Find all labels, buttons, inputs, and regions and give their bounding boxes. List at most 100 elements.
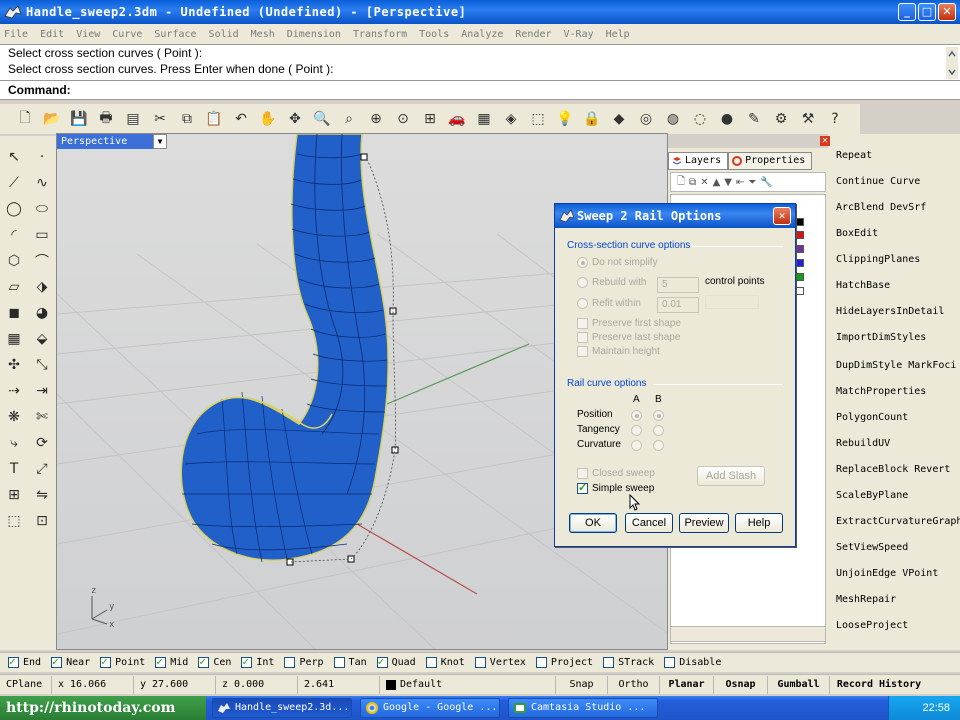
ghosted-icon[interactable]: ◌: [689, 108, 711, 130]
move-down-icon[interactable]: ▼: [724, 177, 732, 188]
checkbox[interactable]: [100, 655, 112, 668]
osnap-vertex[interactable]: Vertex: [474, 657, 526, 668]
osnap-cen[interactable]: Cen: [198, 655, 231, 668]
select-arrow-icon[interactable]: ↖: [0, 144, 28, 170]
layer-indicator[interactable]: Default: [380, 675, 556, 694]
planar-toggle[interactable]: Planar: [660, 675, 714, 694]
delete-layer-icon[interactable]: ✕: [700, 177, 708, 188]
menu-vray[interactable]: V-Ray: [564, 29, 594, 40]
rotate-view-icon[interactable]: ✥: [284, 108, 306, 130]
snap-toggle[interactable]: Snap: [556, 675, 608, 694]
boolean-icon[interactable]: ◕: [28, 300, 56, 326]
osnap-quad[interactable]: Quad: [376, 655, 416, 668]
light-bulb-icon[interactable]: 💡: [554, 108, 576, 130]
dialog-title-bar[interactable]: Sweep 2 Rail Options ✕: [555, 204, 795, 228]
osnap-mid[interactable]: Mid: [155, 655, 188, 668]
checkbox[interactable]: [425, 657, 437, 668]
render-tool-icon[interactable]: ✎: [743, 108, 765, 130]
new-file-icon[interactable]: 🗋: [14, 108, 36, 130]
ellipse-icon[interactable]: ⬭: [28, 196, 56, 222]
menu-solid[interactable]: Solid: [209, 29, 239, 40]
rectangle-icon[interactable]: ▭: [28, 222, 56, 248]
layer-color-swatch[interactable]: [796, 287, 804, 295]
macro-item[interactable]: HideLayersInDetail: [836, 306, 944, 317]
help-button[interactable]: Help: [735, 513, 783, 533]
filter-icon[interactable]: ⏷: [748, 177, 756, 188]
move-up-icon[interactable]: ▲: [713, 177, 721, 188]
osnap-near[interactable]: Near: [51, 655, 90, 668]
chevron-down-icon[interactable]: ▼: [153, 134, 167, 149]
transform-icon[interactable]: ✣: [0, 352, 28, 378]
move-parent-icon[interactable]: ⇤: [736, 177, 744, 188]
macro-item[interactable]: DupDimStyle MarkFoci: [836, 360, 956, 371]
menu-view[interactable]: View: [76, 29, 100, 40]
menu-transform[interactable]: Transform: [353, 29, 407, 40]
layer-horizontal-scrollbar[interactable]: [670, 626, 826, 642]
help-icon[interactable]: ?: [824, 108, 846, 130]
preview-button[interactable]: Preview: [679, 513, 729, 533]
arc-icon[interactable]: ◜: [0, 222, 28, 248]
options-icon[interactable]: ⚒: [797, 108, 819, 130]
gumball-toggle[interactable]: Gumball: [768, 675, 830, 694]
grid-snap-icon[interactable]: ⊡: [28, 508, 56, 534]
polygon-icon[interactable]: ⬡: [0, 248, 28, 274]
command-line[interactable]: Command:: [0, 80, 960, 100]
box-icon[interactable]: ◼: [0, 300, 28, 326]
macro-item[interactable]: ClippingPlanes: [836, 254, 920, 265]
circle-icon[interactable]: ◯: [0, 196, 28, 222]
record-history-toggle[interactable]: Record History: [830, 676, 928, 694]
ortho-toggle[interactable]: Ortho: [608, 675, 660, 694]
maximize-button[interactable]: □: [918, 3, 936, 21]
osnap-end[interactable]: End: [8, 655, 41, 668]
osnap-perp[interactable]: Perp: [284, 657, 324, 668]
car-icon[interactable]: 🚗: [446, 108, 468, 130]
select-icon[interactable]: ⬚: [527, 108, 549, 130]
simple-sweep-option[interactable]: Simple sweep: [577, 481, 654, 494]
tools-icon[interactable]: 🔧: [760, 177, 772, 188]
layer-color-swatch[interactable]: [796, 245, 804, 253]
scale-icon[interactable]: ⤢: [28, 456, 56, 482]
zoom-extents-icon[interactable]: ⊕: [365, 108, 387, 130]
checkbox[interactable]: [474, 657, 486, 668]
dialog-close-button[interactable]: ✕: [773, 207, 791, 225]
osnap-tan[interactable]: Tan: [333, 657, 367, 668]
checkbox[interactable]: [198, 655, 210, 668]
cut-icon[interactable]: ✂: [149, 108, 171, 130]
save-icon[interactable]: 💾: [68, 108, 90, 130]
open-folder-icon[interactable]: 📂: [41, 108, 63, 130]
layer-color-swatch[interactable]: [796, 218, 804, 226]
close-icon[interactable]: ✕: [820, 136, 830, 146]
macro-item[interactable]: MatchProperties: [836, 386, 926, 397]
print-icon[interactable]: 🖶: [95, 108, 117, 130]
set-view-icon[interactable]: ◈: [500, 108, 522, 130]
macro-item[interactable]: PolygonCount: [836, 412, 908, 423]
text-icon[interactable]: T: [0, 456, 28, 482]
checkbox[interactable]: [603, 657, 615, 668]
new-layer-icon[interactable]: 🗋: [677, 174, 685, 191]
explode-icon[interactable]: ⤷: [0, 430, 28, 456]
paste-icon[interactable]: 📋: [203, 108, 225, 130]
menu-render[interactable]: Render: [515, 29, 551, 40]
osnap-point[interactable]: Point: [100, 655, 145, 668]
undo-icon[interactable]: ↶: [230, 108, 252, 130]
layer-color-swatch[interactable]: [796, 273, 804, 281]
checkbox[interactable]: [241, 655, 253, 668]
checkbox[interactable]: [333, 657, 345, 668]
solid-tools-icon[interactable]: ⬙: [28, 326, 56, 352]
macro-item[interactable]: ExtractCurvatureGraph: [836, 516, 960, 527]
layer-color-swatch[interactable]: [796, 231, 804, 239]
minimize-button[interactable]: _: [898, 3, 916, 21]
rotate-icon[interactable]: ⟳: [28, 430, 56, 456]
checkbox[interactable]: [8, 655, 19, 668]
point-icon[interactable]: ·: [28, 144, 56, 170]
osnap-project[interactable]: Project: [535, 657, 593, 668]
surface-icon[interactable]: ▱: [0, 274, 28, 300]
new-sublayer-icon[interactable]: ⧉: [689, 177, 696, 188]
polyline-icon[interactable]: ⟋: [0, 170, 28, 196]
osnap-int[interactable]: Int: [241, 655, 274, 668]
menu-curve[interactable]: Curve: [112, 29, 142, 40]
macro-item[interactable]: ReplaceBlock Revert: [836, 464, 950, 475]
menu-mesh[interactable]: Mesh: [251, 29, 275, 40]
macro-item[interactable]: UnjoinEdge VPoint: [836, 568, 938, 579]
osnap-knot[interactable]: Knot: [425, 657, 465, 668]
